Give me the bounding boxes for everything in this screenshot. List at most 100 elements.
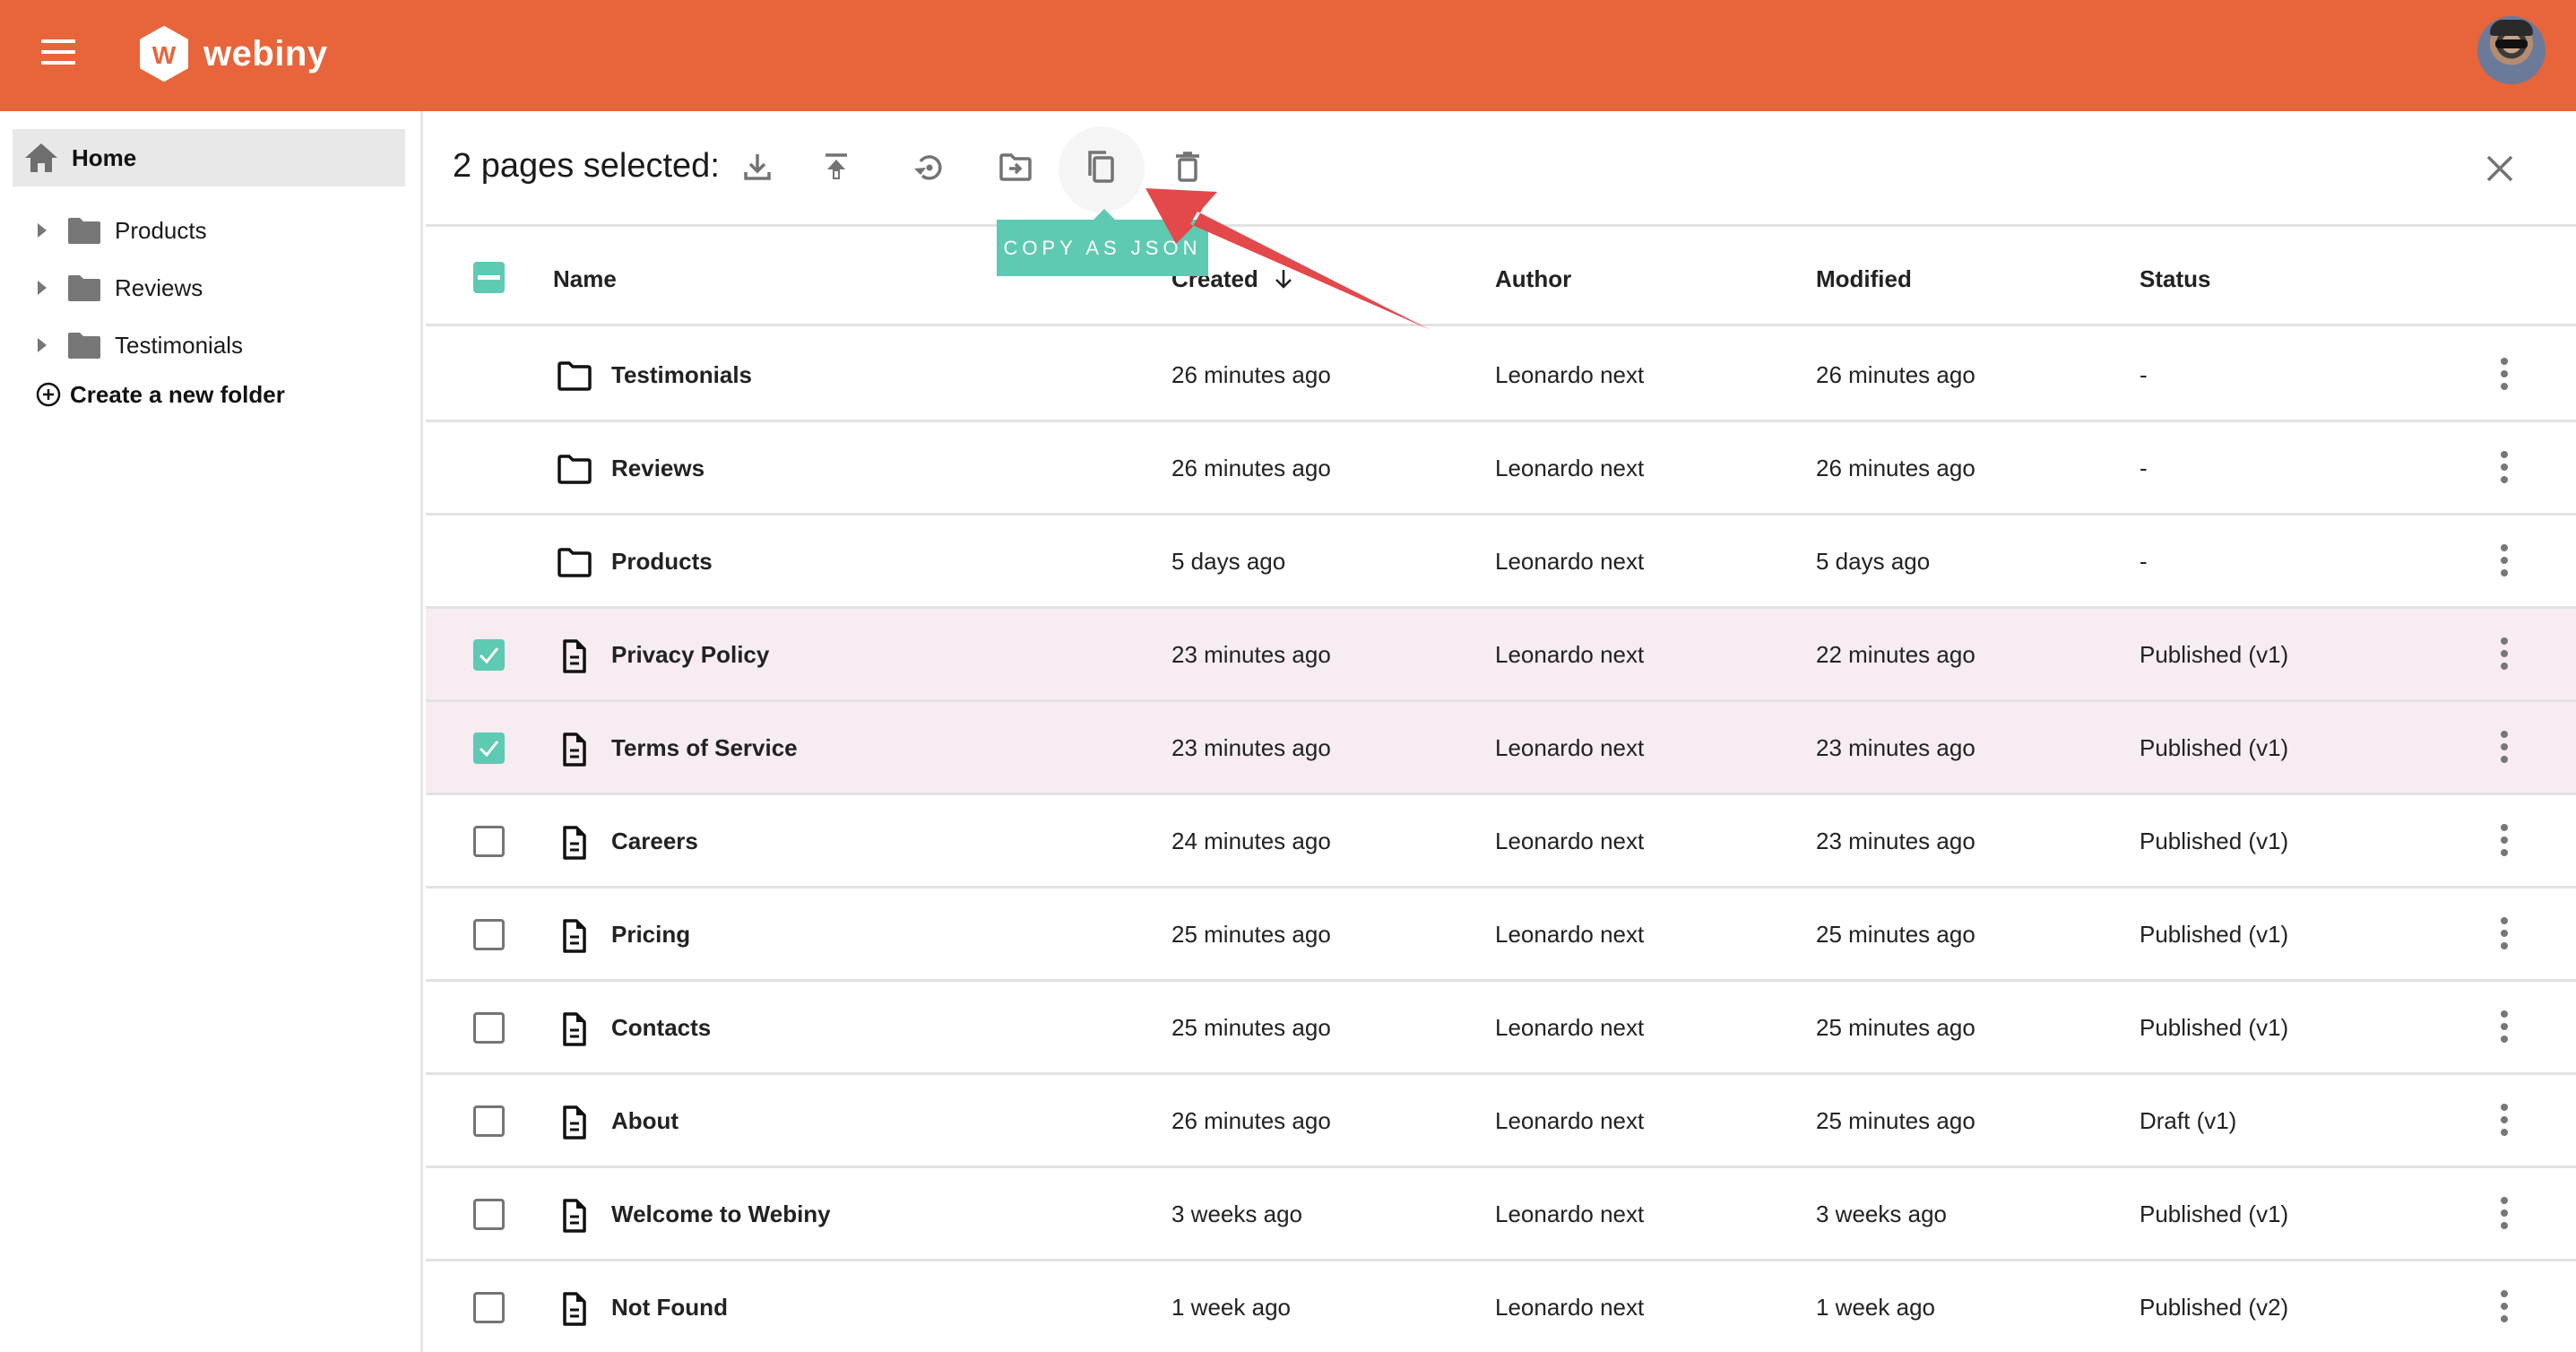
row-checkbox[interactable]	[473, 826, 505, 857]
webiny-logo[interactable]: W webiny	[139, 25, 328, 82]
checkmark-icon	[479, 741, 499, 758]
folder-icon	[68, 275, 100, 301]
column-header-name[interactable]: Name	[553, 265, 617, 293]
expand-caret-icon[interactable]	[38, 338, 47, 352]
row-name[interactable]: Testimonials	[611, 361, 752, 389]
row-created: 25 minutes ago	[1171, 921, 1331, 948]
close-icon[interactable]	[2484, 152, 2516, 185]
row-created: 25 minutes ago	[1171, 1014, 1331, 1041]
table-row[interactable]: Reviews 26 minutes ago Leonardo next 26 min…	[426, 422, 2576, 516]
row-author: Leonardo next	[1495, 641, 1645, 668]
table-row[interactable]: Pricing 25 minutes ago Leonardo next 25 min…	[426, 888, 2576, 982]
table-row[interactable]: Terms of Service 23 minutes ago Leonardo n…	[426, 702, 2576, 795]
row-name[interactable]: Welcome to Webiny	[611, 1200, 831, 1228]
sidebar-item-testimonials[interactable]: Testimonials	[0, 318, 405, 372]
row-name[interactable]: Terms of Service	[611, 734, 798, 762]
table-row[interactable]: Not Found 1 week ago Leonardo next 1 week a…	[426, 1261, 2576, 1352]
row-checkbox[interactable]	[473, 1292, 505, 1323]
row-modified: 25 minutes ago	[1816, 1014, 1975, 1041]
select-all-checkbox[interactable]	[473, 262, 505, 293]
column-header-modified[interactable]: Modified	[1816, 265, 1912, 293]
sidebar-item-reviews[interactable]: Reviews	[0, 261, 405, 315]
expand-caret-icon[interactable]	[38, 223, 47, 238]
folder-icon	[68, 218, 100, 244]
row-checkbox[interactable]	[473, 919, 505, 950]
table-row[interactable]: About 26 minutes ago Leonardo next 25 minut…	[426, 1075, 2576, 1168]
more-options-icon[interactable]	[2495, 917, 2513, 953]
row-status: Published (v1)	[2139, 641, 2289, 668]
column-header-author[interactable]: Author	[1495, 265, 1571, 293]
row-name[interactable]: Pricing	[611, 921, 690, 949]
row-status: Published (v2)	[2139, 1294, 2289, 1321]
more-options-icon[interactable]	[2495, 1290, 2513, 1326]
more-options-icon[interactable]	[2495, 1197, 2513, 1233]
row-created: 26 minutes ago	[1171, 1107, 1331, 1134]
row-checkbox[interactable]	[473, 1012, 505, 1044]
top-bar: W webiny	[0, 0, 2576, 111]
sidebar-item-label: Testimonials	[115, 331, 244, 359]
table-row[interactable]: Welcome to Webiny 3 weeks ago Leonardo nex…	[426, 1168, 2576, 1261]
move-to-folder-button[interactable]	[996, 147, 1035, 186]
row-author: Leonardo next	[1495, 1294, 1645, 1321]
page-icon	[563, 1105, 586, 1140]
sidebar-item-home[interactable]: Home	[13, 129, 405, 186]
row-modified: 25 minutes ago	[1816, 1107, 1975, 1134]
page-icon	[563, 826, 586, 860]
more-options-icon[interactable]	[2495, 731, 2513, 767]
home-icon	[25, 143, 57, 172]
history-icon	[914, 155, 942, 180]
hamburger-menu-icon[interactable]	[41, 39, 75, 66]
checkmark-icon	[479, 647, 499, 664]
row-status: Published (v1)	[2139, 1014, 2289, 1041]
row-name[interactable]: About	[611, 1107, 679, 1135]
more-options-icon[interactable]	[2495, 358, 2513, 394]
download-button[interactable]	[738, 147, 777, 186]
row-name[interactable]: Reviews	[611, 455, 705, 482]
copy-as-json-button[interactable]	[1081, 147, 1120, 186]
table-row[interactable]: Products 5 days ago Leonardo next 5 days ag…	[426, 516, 2576, 609]
publish-button[interactable]	[817, 147, 856, 186]
download-icon	[744, 154, 771, 180]
row-created: 5 days ago	[1171, 548, 1286, 575]
row-name[interactable]: Products	[611, 548, 713, 576]
table-row[interactable]: Contacts 25 minutes ago Leonardo next 25 mi…	[426, 982, 2576, 1075]
row-created: 24 minutes ago	[1171, 828, 1331, 854]
row-status: Draft (v1)	[2139, 1107, 2237, 1134]
row-checkbox[interactable]	[473, 639, 505, 671]
table-row[interactable]: Testimonials 26 minutes ago Leonardo next 2…	[426, 329, 2576, 422]
row-checkbox[interactable]	[473, 1105, 505, 1137]
delete-button[interactable]	[1168, 147, 1207, 186]
row-checkbox[interactable]	[473, 1199, 505, 1230]
svg-text:W: W	[152, 41, 177, 69]
row-modified: 26 minutes ago	[1816, 455, 1975, 481]
table-row[interactable]: Careers 24 minutes ago Leonardo next 23 min…	[426, 795, 2576, 888]
row-name[interactable]: Not Found	[611, 1294, 728, 1322]
expand-caret-icon[interactable]	[38, 281, 47, 295]
more-options-icon[interactable]	[2495, 544, 2513, 580]
more-options-icon[interactable]	[2495, 824, 2513, 860]
unpublish-button[interactable]	[909, 147, 948, 186]
row-name[interactable]: Privacy Policy	[611, 641, 769, 669]
copy-as-json-tooltip: COPY AS JSON	[997, 209, 1208, 276]
user-avatar[interactable]	[2477, 16, 2546, 84]
folder-icon	[68, 333, 100, 359]
row-created: 23 minutes ago	[1171, 641, 1331, 668]
row-status: -	[2139, 548, 2148, 575]
sidebar-item-products[interactable]: Products	[0, 204, 405, 257]
row-name[interactable]: Contacts	[611, 1014, 711, 1042]
more-options-icon[interactable]	[2495, 637, 2513, 673]
row-checkbox[interactable]	[473, 732, 505, 764]
row-name[interactable]: Careers	[611, 828, 698, 855]
row-modified: 23 minutes ago	[1816, 828, 1975, 854]
row-status: Published (v1)	[2139, 1200, 2289, 1227]
upload-icon	[826, 153, 847, 179]
column-header-status[interactable]: Status	[2139, 265, 2210, 293]
more-options-icon[interactable]	[2495, 451, 2513, 487]
table-row[interactable]: Privacy Policy 23 minutes ago Leonardo nex…	[426, 609, 2576, 702]
row-author: Leonardo next	[1495, 1107, 1645, 1134]
row-created: 26 minutes ago	[1171, 361, 1331, 388]
create-folder-button[interactable]: Create a new folder	[36, 377, 285, 412]
brand-name: webiny	[203, 33, 328, 74]
more-options-icon[interactable]	[2495, 1104, 2513, 1140]
more-options-icon[interactable]	[2495, 1010, 2513, 1046]
